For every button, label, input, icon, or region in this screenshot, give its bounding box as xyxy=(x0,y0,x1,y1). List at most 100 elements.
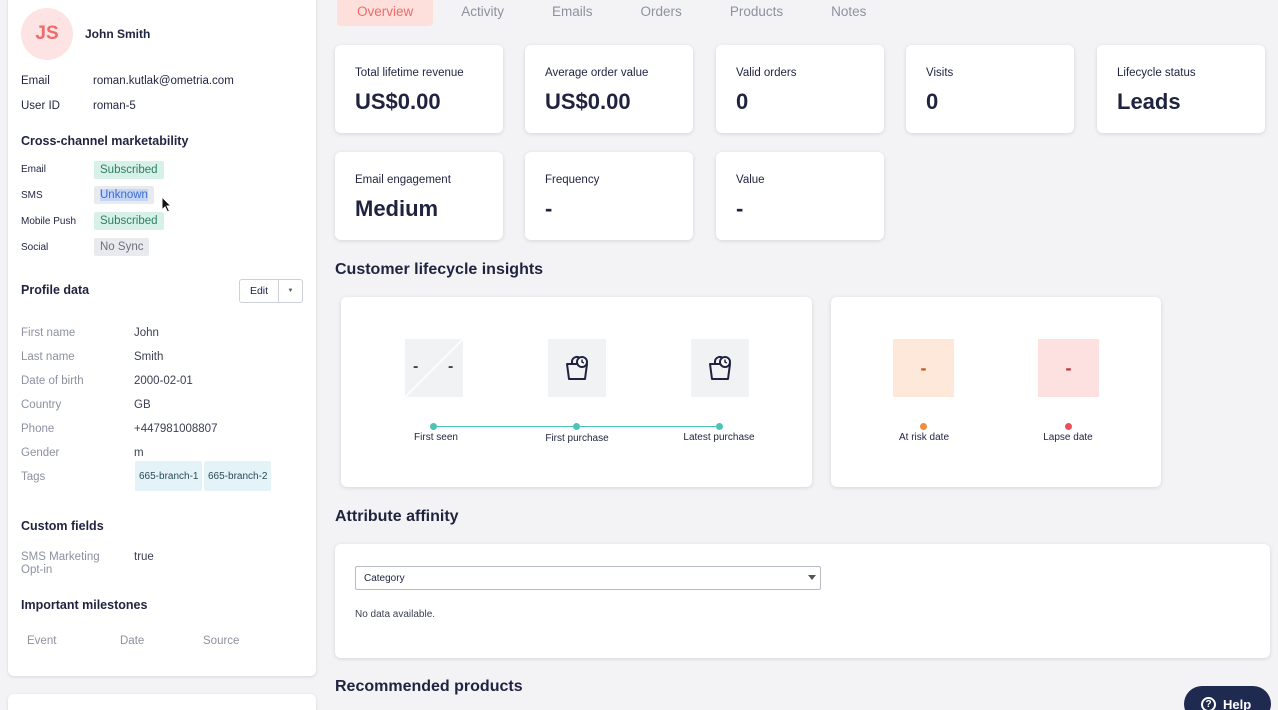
first-seen-box: - - xyxy=(405,339,463,397)
metric-value: Leads xyxy=(1117,89,1181,114)
field-label: Gender xyxy=(21,447,60,459)
timeline-label-first-seen: First seen xyxy=(414,432,458,443)
lapse-label: Lapse date xyxy=(1043,432,1093,443)
metric-card-revenue: Total lifetime revenue US$0.00 xyxy=(335,45,503,133)
tag-chip: 665-branch-1 xyxy=(135,461,203,491)
channel-status-social: No Sync xyxy=(94,238,150,256)
timeline-dot xyxy=(716,423,723,430)
channel-status-email: Subscribed xyxy=(94,161,164,179)
tab-activity[interactable]: Activity xyxy=(441,0,524,26)
metric-card-email-engagement: Email engagement Medium xyxy=(335,152,503,240)
marketability-title: Cross-channel marketability xyxy=(21,134,189,148)
metric-label: Total lifetime revenue xyxy=(355,67,464,79)
metric-label: Frequency xyxy=(545,174,600,186)
shopping-bag-clock-icon xyxy=(566,355,588,380)
field-label: Date of birth xyxy=(21,375,84,387)
first-purchase-box xyxy=(548,339,606,397)
affinity-category-select[interactable]: Category xyxy=(355,566,821,590)
milestones-col-source: Source xyxy=(203,635,240,647)
timeline-label-latest-purchase: Latest purchase xyxy=(683,432,755,443)
sidebar-secondary-card xyxy=(8,694,316,710)
edit-button[interactable]: Edit xyxy=(240,280,279,302)
metric-card-aov: Average order value US$0.00 xyxy=(525,45,693,133)
tag-chip: 665-branch-2 xyxy=(204,461,272,491)
metric-value: US$0.00 xyxy=(355,89,441,114)
metric-value: - xyxy=(545,196,553,221)
shopping-bag-clock-icon xyxy=(709,355,731,380)
field-value: 2000-02-01 xyxy=(134,375,193,387)
metric-label: Value xyxy=(736,174,765,186)
help-label: Help xyxy=(1223,696,1252,710)
at-risk-label: At risk date xyxy=(898,432,950,443)
timeline-dot xyxy=(573,423,580,430)
user-name: John Smith xyxy=(85,27,151,41)
userid-label: User ID xyxy=(21,100,60,112)
metric-card-visits: Visits 0 xyxy=(906,45,1074,133)
help-button[interactable]: ? Help xyxy=(1184,686,1271,710)
chevron-down-icon: ▼ xyxy=(287,288,294,294)
metric-value: 0 xyxy=(736,89,749,114)
affinity-card xyxy=(335,544,1270,658)
tab-products[interactable]: Products xyxy=(710,0,803,26)
metric-value: Medium xyxy=(355,196,439,221)
edit-dropdown-button[interactable]: ▼ xyxy=(279,280,302,302)
edit-button-group: Edit ▼ xyxy=(239,279,303,303)
milestones-col-date: Date xyxy=(120,635,145,647)
metric-value: 0 xyxy=(926,89,939,114)
mouse-cursor-icon xyxy=(161,196,173,213)
tab-emails[interactable]: Emails xyxy=(532,0,613,26)
field-value: GB xyxy=(134,399,151,411)
custom-fields-title: Custom fields xyxy=(21,519,104,533)
field-label: Last name xyxy=(21,351,75,363)
lifecycle-risk-card xyxy=(831,297,1161,487)
lifecycle-title: Customer lifecycle insights xyxy=(335,261,544,278)
field-value: m xyxy=(134,447,144,459)
lapse-dot xyxy=(1065,423,1072,430)
avatar: JS xyxy=(21,8,73,60)
first-seen-value: - xyxy=(413,358,419,375)
milestones-title: Important milestones xyxy=(21,598,148,612)
affinity-title: Attribute affinity xyxy=(335,508,459,525)
field-label: Country xyxy=(21,399,62,411)
at-risk-dot xyxy=(920,423,927,430)
affinity-select-value: Category xyxy=(364,572,405,584)
field-label: Phone xyxy=(21,423,55,435)
at-risk-box: - xyxy=(893,339,954,397)
timeline-label-first-purchase: First purchase xyxy=(545,433,609,444)
metric-value: - xyxy=(736,196,744,221)
channel-status-sms: Unknown xyxy=(94,186,154,204)
affinity-empty-message: No data available. xyxy=(355,609,436,620)
field-value: Smith xyxy=(134,351,164,363)
milestones-col-event: Event xyxy=(27,635,57,647)
metric-label: Average order value xyxy=(545,67,649,79)
channel-status-push: Subscribed xyxy=(94,212,164,230)
latest-purchase-box xyxy=(691,339,749,397)
field-label: SMS Marketing Opt-in xyxy=(21,551,100,576)
metric-label: Email engagement xyxy=(355,174,451,186)
metric-card-lifecycle: Lifecycle status Leads xyxy=(1097,45,1265,133)
tab-notes[interactable]: Notes xyxy=(811,0,886,26)
userid-value: roman-5 xyxy=(93,100,136,112)
channel-label-email: Email xyxy=(21,164,47,175)
field-value: +447981008807 xyxy=(134,423,218,435)
field-value: John xyxy=(134,327,159,339)
metric-value: US$0.00 xyxy=(545,89,631,114)
metric-card-frequency: Frequency - xyxy=(525,152,693,240)
metric-label: Visits xyxy=(926,67,954,79)
tab-overview[interactable]: Overview xyxy=(337,0,434,26)
tab-bar: Overview Activity Emails Orders Products… xyxy=(337,0,894,26)
channel-label-sms: SMS xyxy=(21,190,43,201)
recommended-title: Recommended products xyxy=(335,678,523,695)
profile-sidebar: JS John Smith Email roman.kutlak@ometria… xyxy=(8,0,316,676)
metric-card-orders: Valid orders 0 xyxy=(716,45,884,133)
channel-label-social: Social xyxy=(21,242,49,253)
field-value: true xyxy=(134,551,154,563)
channel-status-sms-text: Unknown xyxy=(100,189,148,201)
field-label: Tags xyxy=(21,471,46,483)
lapse-box: - xyxy=(1038,339,1099,397)
dropdown-arrow-icon xyxy=(808,575,816,580)
timeline-dot xyxy=(430,423,437,430)
tab-orders[interactable]: Orders xyxy=(621,0,702,26)
profile-data-title: Profile data xyxy=(21,283,90,297)
email-value: roman.kutlak@ometria.com xyxy=(93,75,234,87)
